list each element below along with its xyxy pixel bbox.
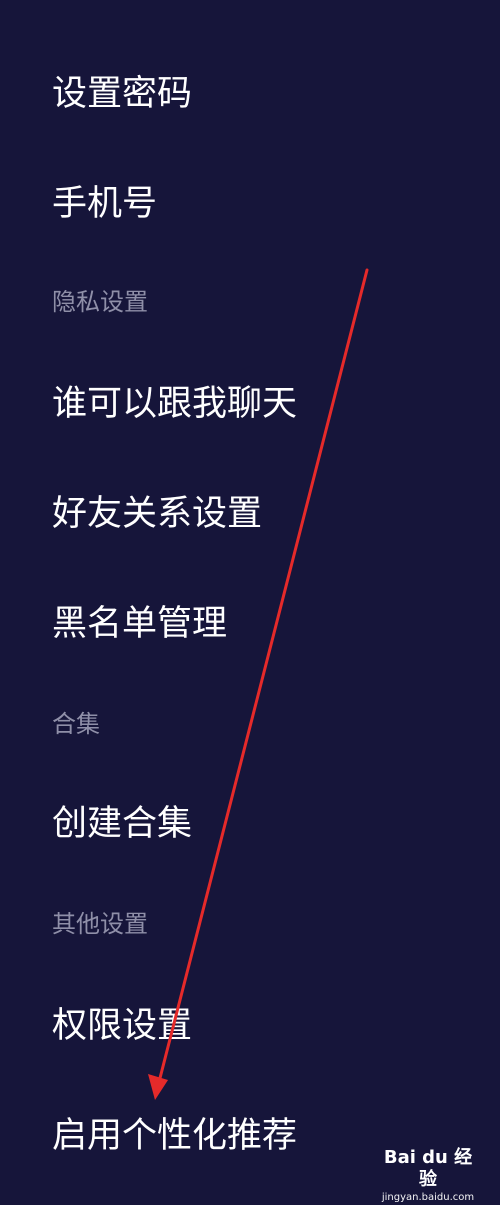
collection-section-header: 合集	[52, 710, 100, 738]
watermark-url: jingyan.baidu.com	[381, 1192, 475, 1203]
set-password-item[interactable]: 设置密码	[52, 74, 192, 114]
friend-settings-item[interactable]: 好友关系设置	[52, 494, 262, 534]
watermark-logo-text: Bai du 经验	[383, 1147, 473, 1190]
baidu-jingyan-watermark: Bai du 经验 jingyan.baidu.com	[380, 1147, 476, 1203]
permissions-item[interactable]: 权限设置	[52, 1006, 192, 1046]
privacy-section-header: 隐私设置	[52, 288, 148, 316]
blacklist-item[interactable]: 黑名单管理	[52, 604, 227, 644]
phone-number-item[interactable]: 手机号	[52, 184, 157, 224]
personalized-recommendations-item[interactable]: 启用个性化推荐	[52, 1116, 297, 1156]
who-can-chat-item[interactable]: 谁可以跟我聊天	[52, 384, 297, 424]
annotation-arrowhead	[148, 1074, 168, 1100]
other-section-header: 其他设置	[52, 910, 148, 938]
create-collection-item[interactable]: 创建合集	[52, 804, 192, 844]
